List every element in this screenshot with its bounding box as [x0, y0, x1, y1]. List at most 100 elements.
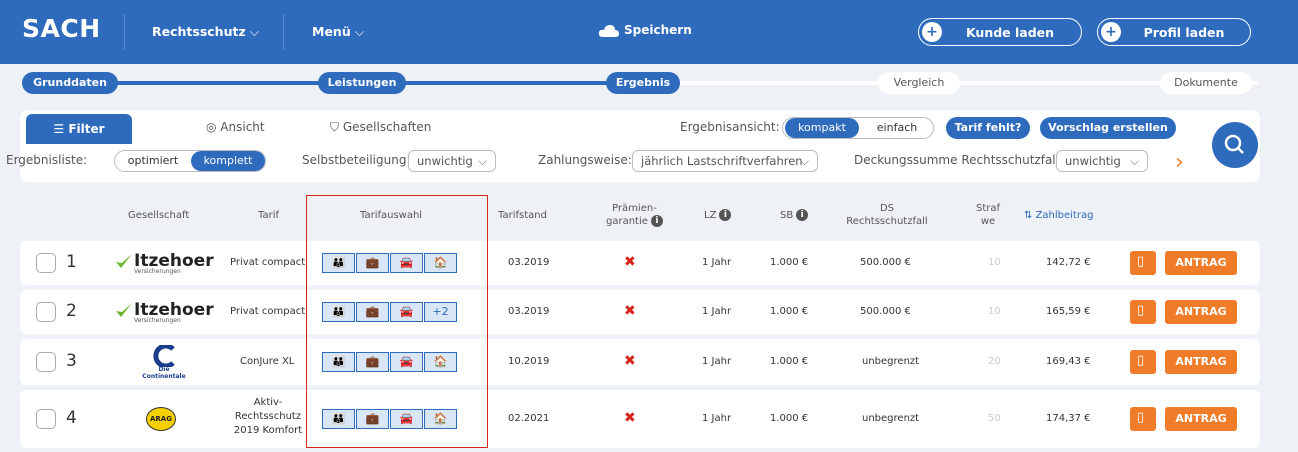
ergebnisansicht-label: Ergebnisansicht: — [680, 120, 780, 134]
col-lz-label: LZ — [704, 210, 717, 221]
vorschlag-erstellen-button[interactable]: Vorschlag erstellen — [1040, 117, 1176, 139]
zahlungsweise-label: Zahlungsweise: — [538, 153, 632, 167]
info-icon[interactable]: i — [650, 215, 663, 227]
row-checkbox[interactable] — [36, 352, 56, 372]
antrag-button[interactable]: ANTRAG — [1165, 251, 1237, 275]
zahlungsweise-select[interactable]: jährlich Lastschriftverfahren ⌵ — [632, 150, 818, 172]
search-button[interactable] — [1212, 122, 1258, 168]
ergebnisansicht-einfach[interactable]: einfach — [861, 118, 933, 138]
pdf-button[interactable]: ▯ — [1130, 407, 1156, 431]
ds-value: unbegrenzt — [862, 413, 920, 424]
antrag-button[interactable]: ANTRAG — [1165, 300, 1237, 324]
ds-value: 500.000 € — [860, 306, 911, 317]
step-grunddaten[interactable]: Grunddaten — [22, 72, 118, 94]
tarifstand-value: 10.2019 — [508, 356, 550, 367]
tarif-name: Privat compact — [230, 306, 306, 317]
table-header: Gesellschaft Tarif Tarifauswahl Tarifsta… — [20, 192, 1260, 236]
tarif-fehlt-button[interactable]: Tarif fehlt? — [946, 117, 1030, 139]
lz-value: 1 Jahr — [702, 413, 732, 424]
row-checkbox[interactable] — [36, 302, 56, 322]
rechtsschutz-menu[interactable]: Rechtsschutz ⌵ — [152, 24, 259, 40]
col-sb: SB i — [780, 209, 809, 222]
save-button[interactable]: Speichern — [598, 23, 692, 38]
straf-value: 20 — [988, 356, 1001, 367]
filter-panel: ☰ Filter ◎ Ansicht ⛉ Gesellschaften Erge… — [6, 110, 1260, 182]
ergebnisliste-label: Ergebnisliste: — [6, 153, 88, 167]
step-ergebnis[interactable]: Ergebnis — [606, 72, 680, 94]
ergebnisliste-toggle[interactable]: optimiert komplett — [114, 150, 266, 172]
company-logo-arag: ARAG — [146, 407, 176, 431]
straf-value: 10 — [988, 306, 1001, 317]
search-icon — [1224, 134, 1244, 154]
table-row: 4 ARAG Aktiv- Rechtsschutz 2019 Komfort … — [20, 390, 1260, 448]
tab-gesellschaften[interactable]: ⛉ Gesellschaften — [330, 120, 431, 135]
cloud-icon — [598, 24, 619, 37]
company-logo-itzehoer: Itzehoer Versicherungen — [116, 251, 214, 275]
save-label: Speichern — [624, 23, 692, 37]
pdf-button[interactable]: ▯ — [1130, 350, 1156, 374]
col-straf: Straf we — [976, 202, 1000, 228]
row-checkbox[interactable] — [36, 409, 56, 429]
app-logo[interactable]: SACH — [22, 14, 101, 43]
col-tarif: Tarif — [258, 210, 279, 221]
pdf-button[interactable]: ▯ — [1130, 251, 1156, 275]
chevron-down-icon: ⌵ — [1130, 154, 1139, 168]
pdf-icon: ▯ — [1137, 254, 1145, 269]
zahlungsweise-value: jährlich Lastschriftverfahren — [641, 154, 803, 168]
step-vergleich[interactable]: Vergleich — [878, 72, 960, 94]
col-zahlbeitrag-label: Zahlbeitrag — [1035, 210, 1094, 221]
deckungssumme-value: unwichtig — [1065, 154, 1121, 168]
ergebnisliste-optimiert[interactable]: optimiert — [117, 151, 189, 171]
ergebnisansicht-kompakt[interactable]: kompakt — [785, 118, 859, 138]
pdf-icon: ▯ — [1137, 303, 1145, 318]
info-icon[interactable]: i — [796, 209, 809, 221]
tab-filter[interactable]: ☰ Filter — [26, 114, 132, 144]
col-straf-line2: we — [980, 216, 996, 227]
antrag-button[interactable]: ANTRAG — [1165, 350, 1237, 374]
company-logo-itzehoer: Itzehoer Versicherungen — [116, 300, 214, 324]
col-praemiengarantie: Prämien- garantie i — [606, 202, 663, 228]
tab-filter-label: Filter — [68, 122, 105, 136]
step-leistungen[interactable]: Leistungen — [318, 72, 406, 94]
continentale-logo-icon — [153, 343, 175, 369]
info-icon[interactable]: i — [719, 209, 732, 221]
tarif-name: Aktiv- Rechtsschutz 2019 Komfort — [218, 396, 318, 438]
col-zahlbeitrag[interactable]: ⇅ Zahlbeitrag — [1024, 209, 1093, 222]
deckungssumme-select[interactable]: unwichtig ⌵ — [1056, 150, 1148, 172]
tarif-name-line1: Aktiv- — [253, 397, 283, 408]
kunde-laden-button[interactable]: + Kunde laden — [918, 18, 1082, 46]
zahlbeitrag-value: 165,59 € — [1046, 306, 1091, 317]
menu-label: Menü — [312, 24, 351, 39]
sb-value: 1.000 € — [770, 257, 809, 268]
deckungssumme-label: Deckungssumme Rechtsschutzfall: — [854, 153, 1064, 167]
company-name: Die Continentale — [142, 366, 186, 380]
antrag-button[interactable]: ANTRAG — [1165, 407, 1237, 431]
selbstbeteiligung-select[interactable]: unwichtig ⌵ — [408, 150, 496, 172]
chevron-down-icon: ⌵ — [800, 154, 809, 168]
zahlbeitrag-value: 174,37 € — [1046, 413, 1091, 424]
main-menu[interactable]: Menü ⌵ — [312, 24, 364, 40]
pdf-button[interactable]: ▯ — [1130, 300, 1156, 324]
sb-value: 1.000 € — [770, 306, 809, 317]
col-ds: DS Rechtsschutzfall — [846, 202, 928, 228]
tarifstand-value: 02.2021 — [508, 413, 550, 424]
sb-value: 1.000 € — [770, 356, 809, 367]
chevron-down-icon: ⌵ — [478, 154, 487, 168]
ergebnisansicht-toggle[interactable]: kompakt einfach — [782, 117, 934, 139]
col-straf-line1: Straf — [976, 203, 1001, 214]
tarif-name-line2: Rechtsschutz — [234, 411, 302, 422]
tab-ansicht[interactable]: ◎ Ansicht — [206, 120, 265, 134]
row-number: 4 — [66, 408, 77, 428]
tarif-name: Privat compact — [230, 257, 306, 268]
table-row: 3 Die Continentale ConJure XL 👪 💼 🚘 🏠 10… — [20, 339, 1260, 385]
col-tarifstand: Tarifstand — [498, 210, 547, 221]
chevron-down-icon: ⌵ — [249, 24, 260, 39]
row-number: 3 — [66, 351, 77, 371]
ergebnisliste-komplett[interactable]: komplett — [191, 151, 265, 171]
row-checkbox[interactable] — [36, 253, 56, 273]
profil-laden-button[interactable]: + Profil laden — [1097, 18, 1251, 46]
col-ds-line2: Rechtsschutzfall — [846, 216, 928, 227]
chevron-right-icon[interactable]: › — [1175, 150, 1184, 175]
step-dokumente[interactable]: Dokumente — [1160, 72, 1252, 94]
tarifstand-value: 03.2019 — [508, 306, 550, 317]
